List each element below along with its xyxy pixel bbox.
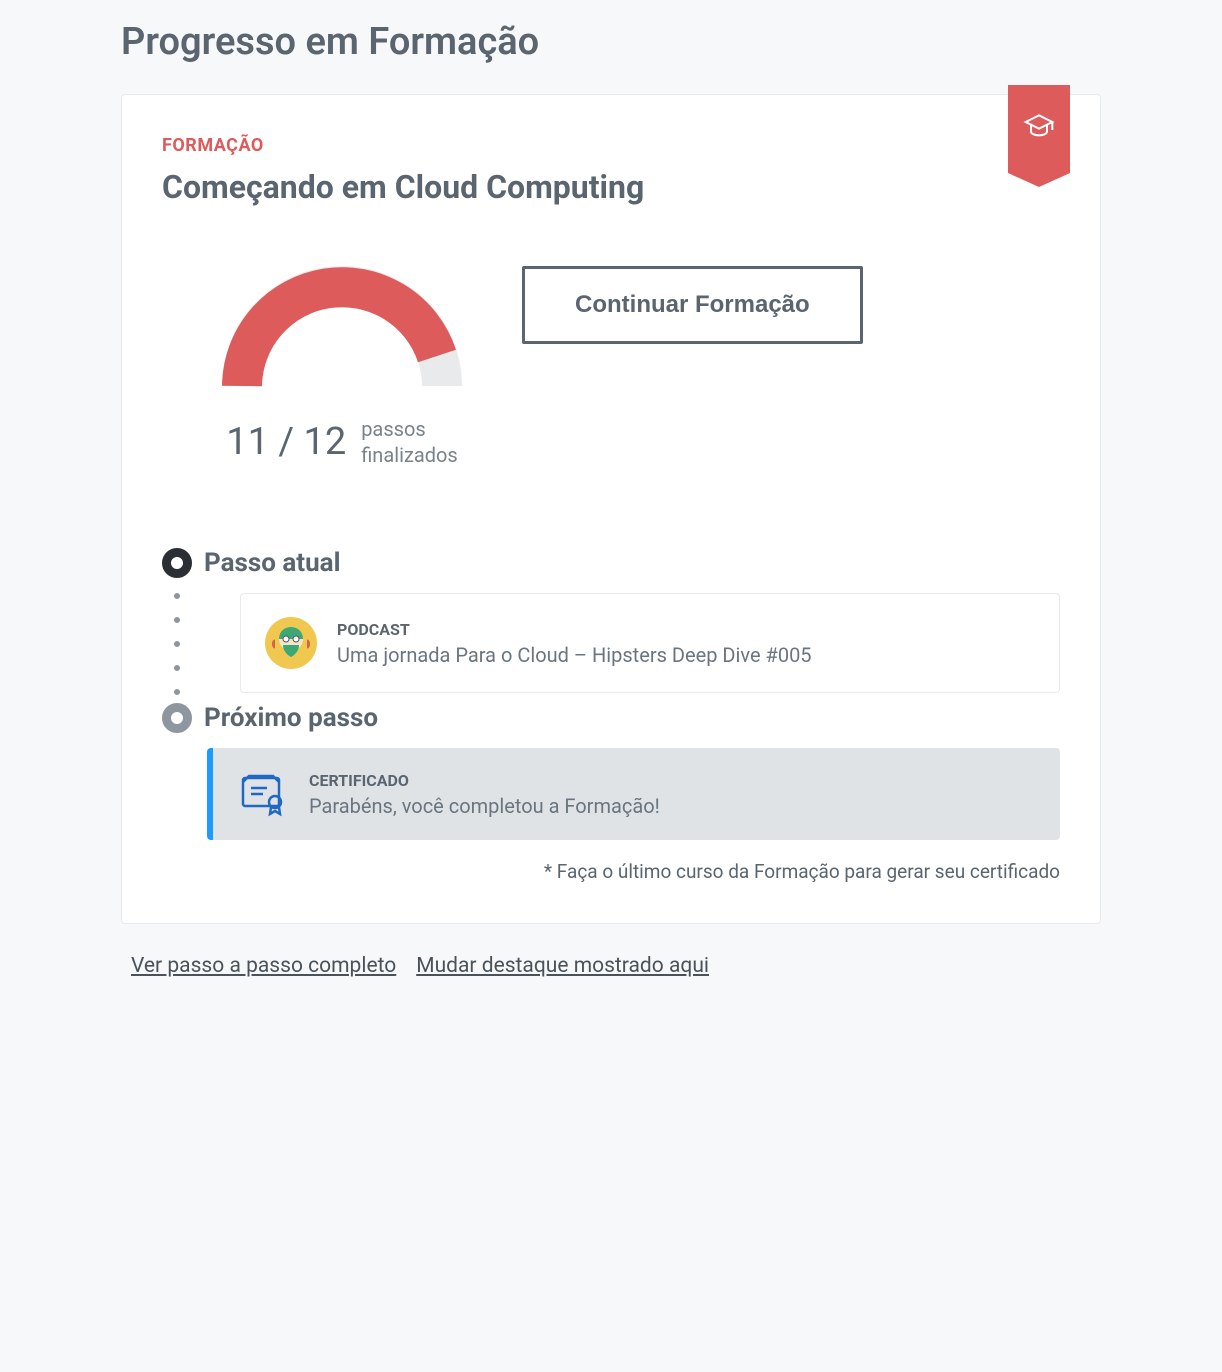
timeline-dot bbox=[174, 665, 180, 671]
steps-label-line1: passos bbox=[361, 416, 458, 442]
current-step-card[interactable]: PODCAST Uma jornada Para o Cloud – Hipst… bbox=[240, 593, 1060, 693]
page-title: Progresso em Formação bbox=[121, 20, 1101, 64]
timeline-dot bbox=[174, 641, 180, 647]
step-type-label: CERTIFICADO bbox=[309, 771, 1036, 790]
change-highlight-link[interactable]: Mudar destaque mostrado aqui bbox=[416, 954, 709, 978]
course-title: Começando em Cloud Computing bbox=[162, 168, 1060, 206]
step-description: Uma jornada Para o Cloud – Hipsters Deep… bbox=[337, 643, 1035, 667]
timeline-dot bbox=[174, 689, 180, 695]
current-step-marker bbox=[162, 548, 192, 578]
timeline-dot bbox=[174, 593, 180, 599]
progress-gauge bbox=[222, 266, 462, 396]
steps-counter: 11 / 12 bbox=[226, 420, 346, 464]
timeline-dot bbox=[174, 617, 180, 623]
step-description: Parabéns, você completou a Formação! bbox=[309, 794, 1036, 818]
next-step-card[interactable]: CERTIFICADO Parabéns, você completou a F… bbox=[207, 748, 1060, 840]
steps-label-line2: finalizados bbox=[361, 442, 458, 468]
next-step-marker bbox=[162, 703, 192, 733]
certificate-footnote: * Faça o último curso da Formação para g… bbox=[162, 860, 1060, 883]
current-step-label: Passo atual bbox=[204, 548, 340, 578]
view-full-steps-link[interactable]: Ver passo a passo completo bbox=[131, 954, 396, 978]
formation-card: FORMAÇÃO Começando em Cloud Computing 11… bbox=[121, 94, 1101, 924]
graduation-cap-icon bbox=[1023, 110, 1055, 146]
formation-ribbon bbox=[1008, 85, 1070, 173]
podcast-icon bbox=[265, 617, 317, 669]
step-type-label: PODCAST bbox=[337, 620, 1035, 639]
certificate-icon bbox=[237, 768, 289, 820]
continue-formation-button[interactable]: Continuar Formação bbox=[522, 266, 863, 344]
formation-label: FORMAÇÃO bbox=[162, 135, 1060, 156]
next-step-label: Próximo passo bbox=[204, 703, 378, 733]
